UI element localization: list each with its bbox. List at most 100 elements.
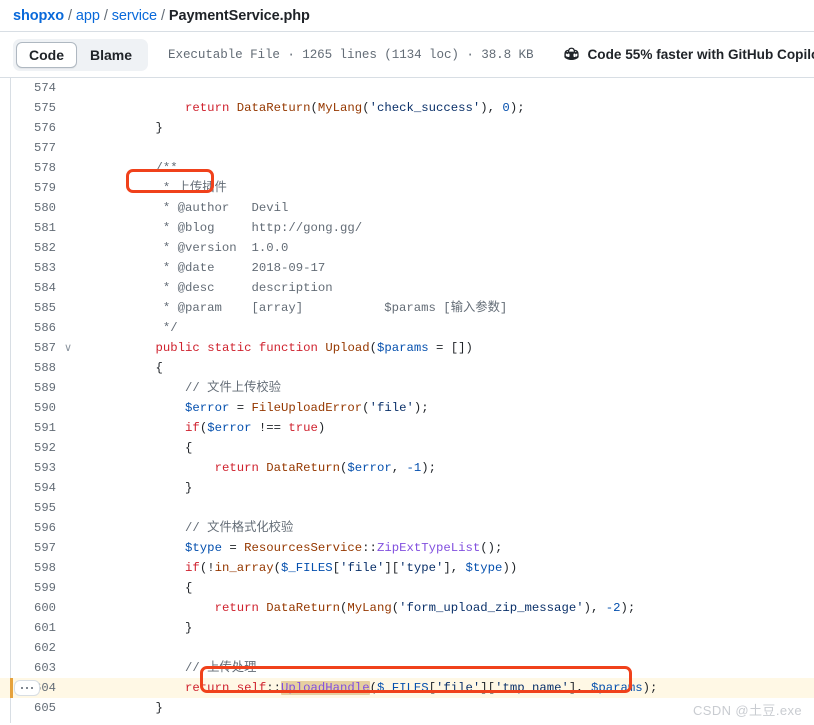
line-number[interactable]: 594 xyxy=(0,478,58,498)
code-line-content: return DataReturn(MyLang('check_success'… xyxy=(185,101,525,115)
line-number[interactable]: 599 xyxy=(0,578,58,598)
code-line-content: $error = FileUploadError('file'); xyxy=(185,401,429,415)
code-viewer[interactable]: 574 575 return DataReturn(MyLang('check_s… xyxy=(0,78,814,723)
code-line-content: /** xyxy=(126,161,178,175)
line-number[interactable]: 591 xyxy=(0,418,58,438)
code-line-584: 584 * @desc description xyxy=(0,278,814,298)
line-number[interactable]: 586 xyxy=(0,318,58,338)
code-line-content: if($error !== true) xyxy=(185,421,326,435)
code-line-content: } xyxy=(126,621,193,635)
line-number[interactable]: 582 xyxy=(0,238,58,258)
code-line-content: public static function Upload($params = … xyxy=(155,341,473,355)
code-line-content: } xyxy=(126,121,163,135)
line-number[interactable]: 603 xyxy=(0,658,58,678)
code-line-576: 576 } xyxy=(0,118,814,138)
line-actions-kebab-icon[interactable] xyxy=(14,680,40,696)
line-number[interactable]: 598 xyxy=(0,558,58,578)
code-line-content: * @desc description xyxy=(126,281,333,295)
watermark: CSDN @土豆.exe xyxy=(692,703,802,718)
line-number[interactable]: 580 xyxy=(0,198,58,218)
breadcrumb: shopxo / app / service / PaymentService.… xyxy=(0,0,814,31)
code-line-599: 599 { xyxy=(0,578,814,598)
tab-code[interactable]: Code xyxy=(16,41,77,68)
code-line-596: 596 // 文件格式化校验 xyxy=(0,518,814,538)
line-number[interactable]: 588 xyxy=(0,358,58,378)
breadcrumb-repo-link[interactable]: shopxo xyxy=(13,8,64,24)
code-line-595: 595 xyxy=(0,498,814,518)
file-toolbar: Code Blame Executable File · 1265 lines … xyxy=(0,31,814,78)
line-number[interactable]: 581 xyxy=(0,218,58,238)
code-line-587: 587 ∨ public static function Upload($para… xyxy=(0,338,814,358)
line-number[interactable]: 593 xyxy=(0,458,58,478)
code-line-content: // 文件格式化校验 xyxy=(126,521,294,535)
line-number[interactable]: 574 xyxy=(0,78,58,98)
line-number[interactable]: 578 xyxy=(0,158,58,178)
code-line-586: 586 */ xyxy=(0,318,814,338)
code-line-582: 582 * @version 1.0.0 xyxy=(0,238,814,258)
line-number[interactable]: 575 xyxy=(0,98,58,118)
code-line-content: * @blog http://gong.gg/ xyxy=(126,221,363,235)
line-number[interactable]: 601 xyxy=(0,618,58,638)
line-number[interactable]: 579 xyxy=(0,178,58,198)
line-number[interactable]: 605 xyxy=(0,698,58,718)
code-line-content: { xyxy=(126,361,163,375)
code-line-content: return self::UploadHandle($_FILES['file'… xyxy=(185,681,658,695)
breadcrumb-dir-service[interactable]: service xyxy=(112,8,157,24)
code-line-602: 602 xyxy=(0,638,814,658)
line-number[interactable]: 576 xyxy=(0,118,58,138)
line-number[interactable]: 595 xyxy=(0,498,58,518)
line-number[interactable]: 596 xyxy=(0,518,58,538)
code-line-577: 577 xyxy=(0,138,814,158)
line-number[interactable]: 606 xyxy=(0,718,58,723)
code-line-604: 604 return self::UploadHandle($_FILES['f… xyxy=(0,678,814,698)
code-line-589: 589 // 文件上传校验 xyxy=(0,378,814,398)
code-line-content: { xyxy=(126,581,193,595)
breadcrumb-dir-app[interactable]: app xyxy=(76,8,100,24)
code-line-603: 603 // 上传处理 xyxy=(0,658,814,678)
code-line-600: 600 return DataReturn(MyLang('form_uploa… xyxy=(0,598,814,618)
line-number[interactable]: 597 xyxy=(0,538,58,558)
code-fold-chevron-down-icon[interactable]: ∨ xyxy=(58,338,78,358)
line-number[interactable]: 589 xyxy=(0,378,58,398)
code-line-605: 605 } xyxy=(0,698,814,718)
line-number[interactable]: 590 xyxy=(0,398,58,418)
tab-blame[interactable]: Blame xyxy=(77,42,145,68)
breadcrumb-separator: / xyxy=(67,7,72,24)
file-metadata: Executable File · 1265 lines (1134 loc) … xyxy=(168,47,534,62)
line-number[interactable]: 585 xyxy=(0,298,58,318)
line-number[interactable]: 587 xyxy=(0,338,58,358)
line-number[interactable]: 584 xyxy=(0,278,58,298)
code-line-content xyxy=(78,638,126,658)
code-line-590: 590 $error = FileUploadError('file'); xyxy=(0,398,814,418)
code-line-580: 580 * @author Devil xyxy=(0,198,814,218)
line-number[interactable]: 592 xyxy=(0,438,58,458)
line-number[interactable]: 583 xyxy=(0,258,58,278)
line-number[interactable]: 602 xyxy=(0,638,58,658)
line-number[interactable]: 600 xyxy=(0,598,58,618)
code-line-content: } xyxy=(126,481,193,495)
code-line-592: 592 { xyxy=(0,438,814,458)
code-line-content: { xyxy=(126,441,193,455)
code-line-588: 588 { xyxy=(0,358,814,378)
line-number[interactable]: 577 xyxy=(0,138,58,158)
code-line-content: return DataReturn(MyLang('form_upload_zi… xyxy=(214,601,636,615)
copilot-cta-button[interactable]: Code 55% faster with GitHub Copilot xyxy=(563,46,814,63)
code-line-content: * @param [array] $params [输入参数] xyxy=(126,301,508,315)
code-line-597: 597 $type = ResourcesService::ZipExtType… xyxy=(0,538,814,558)
